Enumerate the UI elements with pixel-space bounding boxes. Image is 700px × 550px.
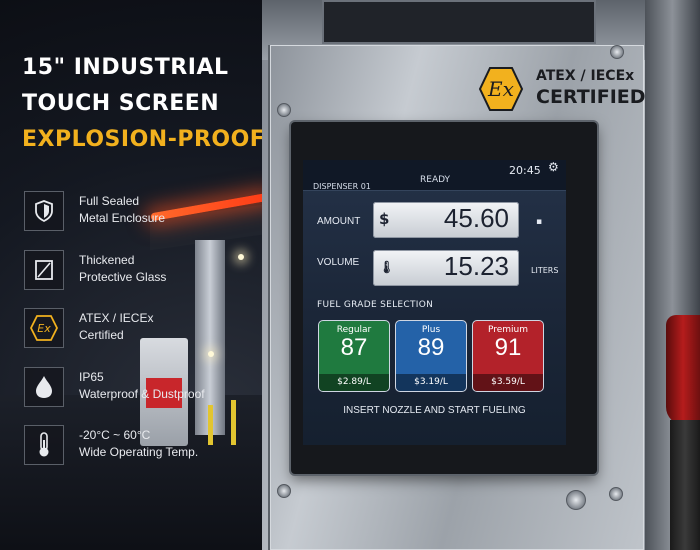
screw-icon <box>609 487 623 501</box>
touch-screen[interactable]: DISPENSER 01 READY 20:45 ⚙ AMOUNT $ 45.6… <box>303 160 566 445</box>
headline-line-3: EXPLOSION-PROOF <box>22 127 266 152</box>
feature-protective-glass: Thickened Protective Glass <box>24 250 254 290</box>
grade-price: $2.89/L <box>319 374 389 391</box>
certification-line-1: ATEX / IECEx <box>536 68 635 84</box>
ex-icon: Ex <box>24 308 64 348</box>
fueling-instruction: INSERT NOZZLE AND START FUELING <box>343 405 526 416</box>
grade-octane: 87 <box>340 334 368 361</box>
feature-line-2: Metal Enclosure <box>79 211 166 225</box>
shield-icon <box>24 191 64 231</box>
grade-plus-button[interactable]: Plus 89 $3.19/L <box>395 320 467 392</box>
svg-text:Ex: Ex <box>37 322 51 335</box>
feature-sealed-enclosure: Full Sealed Metal Enclosure <box>24 191 254 231</box>
screw-icon <box>277 484 291 498</box>
water-drop-icon <box>24 367 64 407</box>
volume-unit: LITERS <box>531 266 559 275</box>
feature-atex-certified: Ex ATEX / IECEx Certified <box>24 308 254 348</box>
feature-line-2: Wide Operating Temp. <box>79 445 199 459</box>
volume-display: 🌡 15.23 <box>373 250 519 286</box>
fuel-nozzle-hose <box>670 420 700 550</box>
pump-status: READY <box>420 175 451 185</box>
thermometer-icon <box>24 425 64 465</box>
clock: 20:45 <box>509 164 541 177</box>
background-lamp <box>208 351 214 357</box>
push-button[interactable] <box>566 490 586 510</box>
fuel-nozzle <box>666 315 700 425</box>
feature-line-2: Protective Glass <box>79 270 167 284</box>
feature-line-1: -20°C ~ 60°C <box>79 428 151 442</box>
dispenser-id: DISPENSER 01 <box>313 182 371 191</box>
lock-icon: ▪ <box>536 217 543 227</box>
amount-label: AMOUNT <box>317 216 361 227</box>
temperature-icon: 🌡 <box>379 260 395 274</box>
headline: 15" INDUSTRIAL TOUCH SCREEN EXPLOSION-PR… <box>22 50 265 158</box>
screw-icon <box>610 45 624 59</box>
grade-octane: 91 <box>494 334 522 361</box>
feature-ip65: IP65 Waterproof & Dustproof <box>24 367 254 407</box>
status-bar: DISPENSER 01 READY 20:45 ⚙ <box>303 160 566 191</box>
grade-section-title: FUEL GRADE SELECTION <box>317 300 434 310</box>
gear-icon[interactable]: ⚙ <box>548 160 559 174</box>
feature-line-2: Certified <box>79 328 124 342</box>
volume-value: 15.23 <box>443 251 509 281</box>
feature-line-1: Full Sealed <box>79 194 140 208</box>
grade-price: $3.19/L <box>396 374 466 391</box>
amount-value: 45.60 <box>443 203 509 233</box>
feature-operating-temperature: -20°C ~ 60°C Wide Operating Temp. <box>24 425 254 465</box>
feature-line-1: ATEX / IECEx <box>79 311 154 325</box>
grade-premium-button[interactable]: Premium 91 $3.59/L <box>472 320 544 392</box>
certification-badge: Ex ATEX / IECEx CERTIFIED <box>478 66 646 112</box>
dollar-icon: $ <box>379 210 390 228</box>
headline-line-1: 15" INDUSTRIAL <box>22 55 229 80</box>
feature-line-1: IP65 <box>79 370 104 384</box>
screw-icon <box>277 103 291 117</box>
amount-display: $ 45.60 <box>373 202 519 238</box>
certification-line-2: CERTIFIED <box>536 86 646 108</box>
ex-icon: Ex <box>478 67 524 111</box>
grade-price: $3.59/L <box>473 374 543 391</box>
grade-regular-button[interactable]: Regular 87 $2.89/L <box>318 320 390 392</box>
volume-label: VOLUME <box>317 257 360 268</box>
grade-octane: 89 <box>417 334 445 361</box>
svg-text:Ex: Ex <box>487 77 514 101</box>
headline-line-2: TOUCH SCREEN <box>22 91 220 116</box>
feature-line-1: Thickened <box>79 253 135 267</box>
glass-icon <box>24 250 64 290</box>
product-scene: 15" INDUSTRIAL TOUCH SCREEN EXPLOSION-PR… <box>0 0 700 550</box>
feature-line-2: Waterproof & Dustproof <box>79 387 205 401</box>
